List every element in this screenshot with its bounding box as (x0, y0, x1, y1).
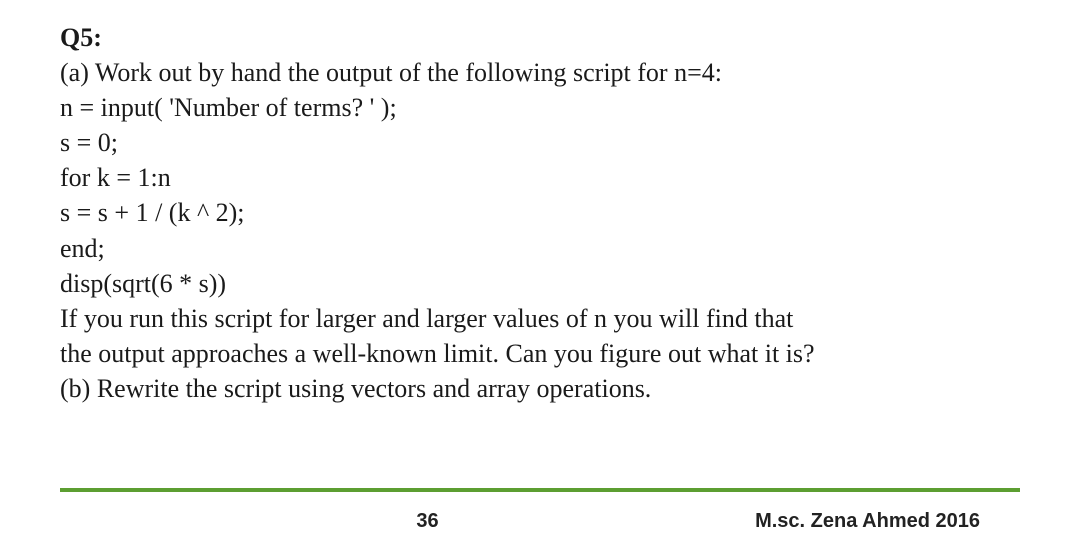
code-line-1: n = input( 'Number of terms? ' ); (60, 90, 1020, 125)
part-b: (b) Rewrite the script using vectors and… (60, 371, 1020, 406)
part-a-followup-line1: If you run this script for larger and la… (60, 301, 1020, 336)
code-line-2: s = 0; (60, 125, 1020, 160)
footer-row: 36 M.sc. Zena Ahmed 2016 (60, 510, 1020, 533)
question-block: Q5: (a) Work out by hand the output of t… (60, 20, 1020, 406)
code-line-5: end; (60, 231, 1020, 266)
author-info: M.sc. Zena Ahmed 2016 (755, 510, 980, 533)
code-line-6: disp(sqrt(6 * s)) (60, 266, 1020, 301)
code-line-4: s = s + 1 / (k ^ 2); (60, 195, 1020, 230)
document-page: Q5: (a) Work out by hand the output of t… (0, 0, 1080, 553)
code-line-3: for k = 1:n (60, 160, 1020, 195)
page-number: 36 (100, 510, 755, 533)
question-label: Q5: (60, 20, 1020, 55)
footer: 36 M.sc. Zena Ahmed 2016 (60, 488, 1020, 533)
separator-line (60, 488, 1020, 492)
part-a-intro: (a) Work out by hand the output of the f… (60, 55, 1020, 90)
part-a-followup-line2: the output approaches a well-known limit… (60, 336, 1020, 371)
